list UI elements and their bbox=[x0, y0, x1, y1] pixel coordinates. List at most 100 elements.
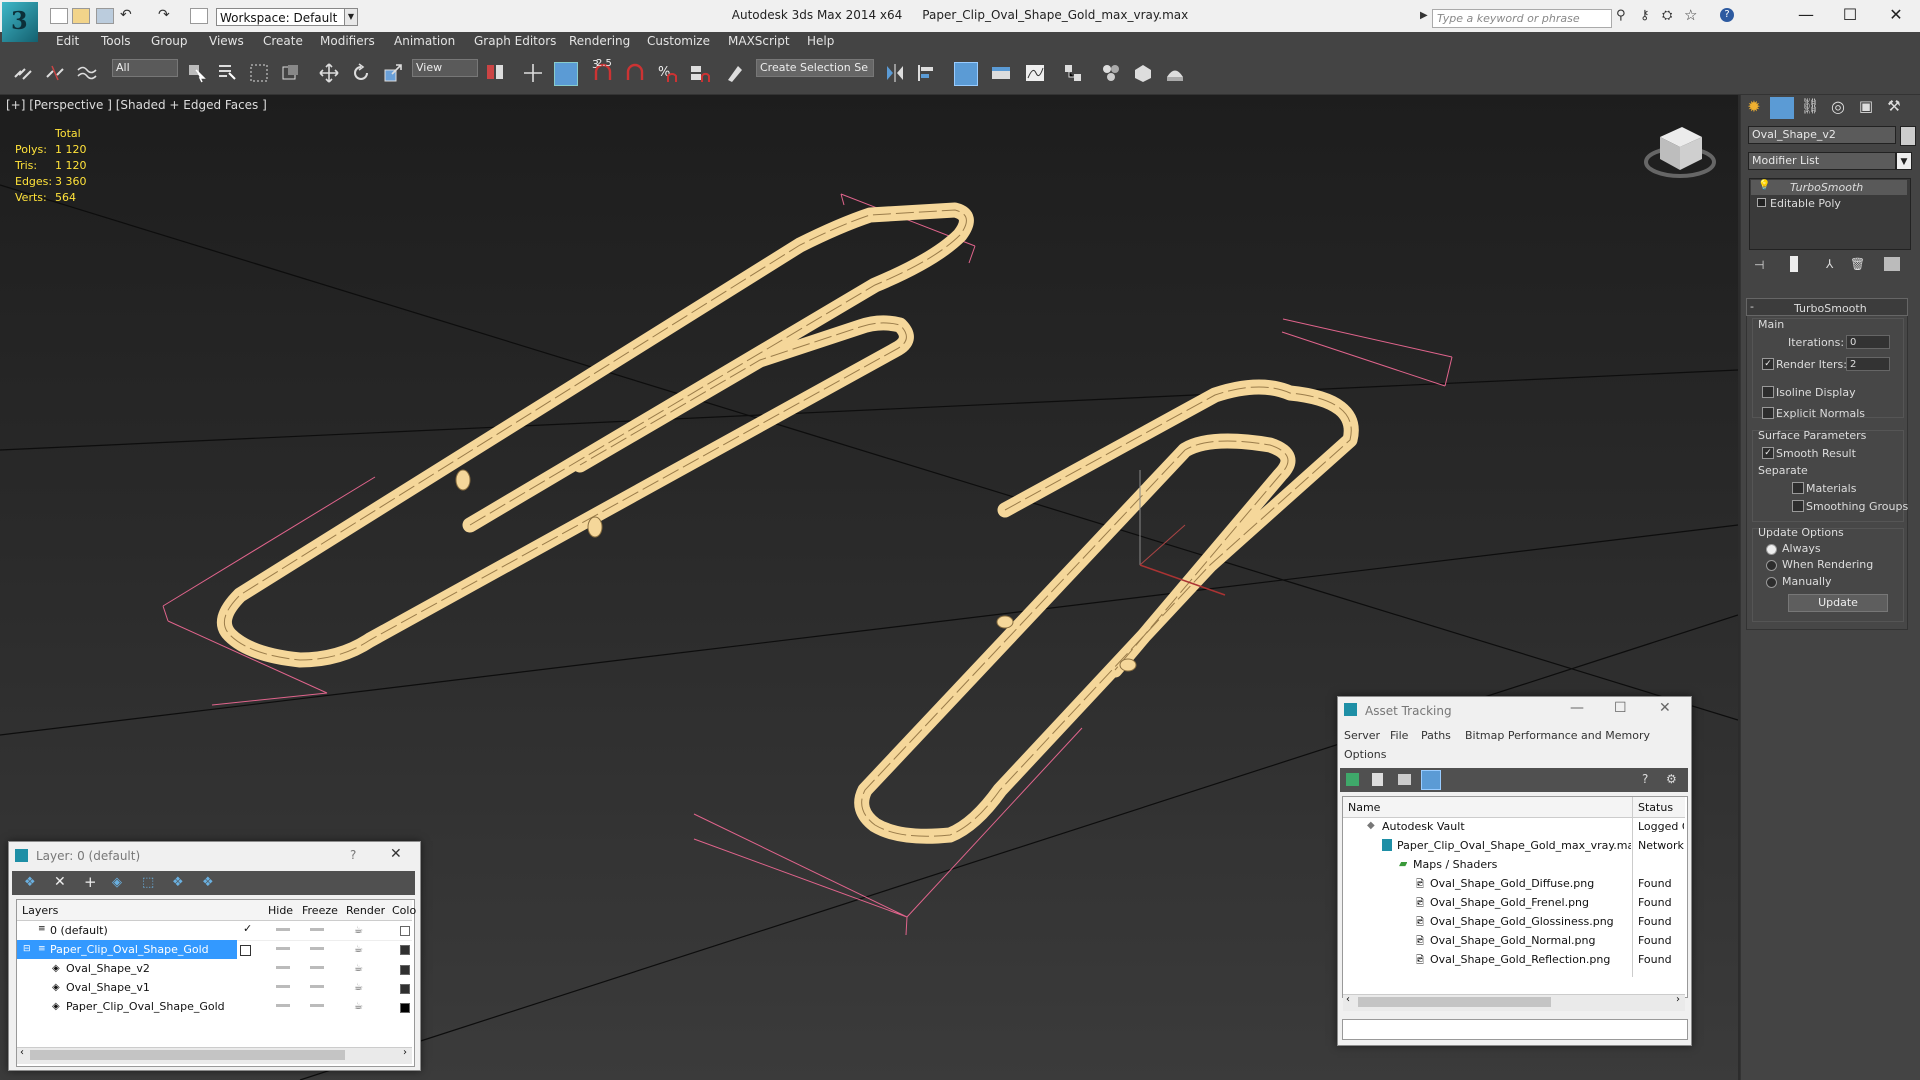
menu-bitmap-performance[interactable]: Bitmap Performance and Memory bbox=[1465, 729, 1650, 742]
named-selection-dropdown[interactable]: Create Selection Se bbox=[756, 59, 874, 77]
help-icon[interactable]: ? bbox=[1642, 772, 1648, 786]
col-color[interactable]: Colo bbox=[392, 904, 416, 917]
col-name[interactable]: Name bbox=[1348, 801, 1380, 814]
menu-customize[interactable]: Customize bbox=[647, 34, 710, 48]
col-render[interactable]: Render bbox=[346, 904, 385, 917]
new-layer-icon[interactable]: ❖ bbox=[24, 875, 36, 890]
pivot-center-icon[interactable] bbox=[484, 62, 506, 84]
paper-clip-right[interactable] bbox=[854, 379, 1359, 844]
stack-item-editable-poly[interactable]: Editable Poly bbox=[1770, 197, 1841, 210]
highlight-layers-icon[interactable]: ⬚ bbox=[142, 875, 154, 890]
window-crossing-icon[interactable] bbox=[280, 62, 302, 84]
menu-rendering[interactable]: Rendering bbox=[569, 34, 630, 48]
isoline-display-checkbox[interactable] bbox=[1762, 386, 1774, 398]
hide-toggle[interactable] bbox=[276, 1004, 290, 1007]
current-layer-box[interactable] bbox=[240, 945, 251, 956]
hide-toggle[interactable] bbox=[276, 966, 290, 969]
rotate-icon[interactable] bbox=[350, 62, 372, 84]
layer-name[interactable]: Paper_Clip_Oval_Shape_Gold bbox=[50, 943, 209, 956]
curve-editor-icon[interactable] bbox=[1024, 62, 1046, 84]
minimize-button[interactable]: — bbox=[1786, 4, 1826, 26]
percent-snap-icon[interactable]: % bbox=[656, 62, 678, 84]
select-objects-icon[interactable]: ◈ bbox=[112, 875, 122, 890]
asset-name[interactable]: Oval_Shape_Gold_Normal.png bbox=[1430, 934, 1595, 947]
chevron-down-icon[interactable]: ▼ bbox=[344, 8, 358, 26]
layer-color-swatch[interactable] bbox=[400, 945, 410, 955]
scroll-left-icon[interactable]: ‹ bbox=[20, 1047, 24, 1058]
maximize-button[interactable]: ☐ bbox=[1614, 700, 1627, 716]
render-iters-checkbox[interactable]: ✓ bbox=[1762, 358, 1774, 370]
menu-file[interactable]: File bbox=[1390, 729, 1408, 742]
modify-tab-icon[interactable] bbox=[1770, 97, 1794, 119]
expand-toggle-icon[interactable] bbox=[1757, 198, 1766, 207]
angle-snap-icon[interactable] bbox=[624, 62, 646, 84]
redo-icon[interactable]: ↷ bbox=[158, 7, 170, 23]
hide-toggle[interactable] bbox=[276, 947, 290, 950]
display-tab-icon[interactable]: ▣ bbox=[1854, 97, 1878, 119]
select-manipulate-icon[interactable] bbox=[522, 62, 544, 84]
asset-path-field[interactable] bbox=[1342, 1019, 1688, 1040]
layer-name[interactable]: 0 (default) bbox=[50, 924, 108, 937]
when-rendering-radio[interactable] bbox=[1766, 560, 1777, 571]
close-button[interactable]: ✕ bbox=[1876, 4, 1916, 26]
render-teapot-icon[interactable]: ☕ bbox=[354, 1001, 363, 1012]
render-teapot-icon[interactable]: ☕ bbox=[354, 925, 363, 936]
always-radio[interactable] bbox=[1766, 544, 1777, 555]
help-icon[interactable]: ? bbox=[1720, 8, 1734, 22]
undo-icon[interactable]: ↶ bbox=[120, 7, 132, 23]
object-name-field[interactable]: Oval_Shape_v2 bbox=[1748, 126, 1896, 144]
object-name[interactable]: Paper_Clip_Oval_Shape_Gold bbox=[66, 1000, 225, 1013]
settings-icon[interactable]: ⚙ bbox=[1666, 772, 1677, 786]
object-name[interactable]: Oval_Shape_v1 bbox=[66, 981, 150, 994]
bind-spacewarp-icon[interactable] bbox=[76, 62, 98, 84]
menu-options[interactable]: Options bbox=[1344, 748, 1386, 761]
scrollbar-thumb[interactable] bbox=[30, 1050, 345, 1060]
align-icon[interactable] bbox=[916, 62, 938, 84]
layer-color-swatch[interactable] bbox=[400, 984, 410, 994]
layer-manager-icon[interactable] bbox=[954, 62, 978, 86]
link-icon[interactable] bbox=[12, 62, 34, 84]
hierarchy-tab-icon[interactable]: ⛓ bbox=[1798, 97, 1822, 119]
layer-color-swatch[interactable] bbox=[400, 965, 410, 975]
hide-all-icon[interactable]: ❖ bbox=[172, 875, 184, 890]
show-end-result-icon[interactable] bbox=[1790, 256, 1798, 272]
utilities-tab-icon[interactable]: ⚒ bbox=[1882, 97, 1906, 119]
freeze-toggle[interactable] bbox=[310, 928, 324, 931]
chevron-right-icon[interactable]: ▶ bbox=[1420, 10, 1428, 21]
hide-toggle[interactable] bbox=[276, 985, 290, 988]
asset-name[interactable]: Maps / Shaders bbox=[1413, 858, 1497, 871]
menu-animation[interactable]: Animation bbox=[394, 34, 455, 48]
close-button[interactable]: ✕ bbox=[390, 846, 402, 862]
motion-tab-icon[interactable]: ◎ bbox=[1826, 97, 1850, 119]
freeze-all-icon[interactable]: ❖ bbox=[202, 875, 214, 890]
col-hide[interactable]: Hide bbox=[268, 904, 293, 917]
scroll-right-icon[interactable]: › bbox=[1676, 994, 1680, 1005]
key-icon[interactable]: ⚷ bbox=[1640, 8, 1650, 23]
menu-views[interactable]: Views bbox=[209, 34, 244, 48]
rect-selection-icon[interactable] bbox=[248, 62, 270, 84]
table-view-icon[interactable] bbox=[1421, 770, 1441, 790]
stack-item-turbosmooth[interactable]: TurboSmooth bbox=[1790, 181, 1863, 194]
add-to-layer-icon[interactable]: + bbox=[84, 873, 97, 891]
update-button[interactable]: Update bbox=[1788, 594, 1888, 612]
rendered-frame-window-icon[interactable] bbox=[1164, 62, 1186, 84]
freeze-toggle[interactable] bbox=[310, 947, 324, 950]
remove-modifier-icon[interactable]: 🗑 bbox=[1850, 257, 1865, 271]
save-file-icon[interactable] bbox=[96, 8, 114, 24]
render-teapot-icon[interactable]: ☕ bbox=[354, 963, 363, 974]
viewport-label-menu[interactable]: [+] [Perspective ] [Shaded + Edged Faces… bbox=[6, 98, 267, 112]
open-file-icon[interactable] bbox=[72, 8, 90, 24]
create-tab-icon[interactable]: ✹ bbox=[1742, 97, 1766, 119]
scroll-left-icon[interactable]: ‹ bbox=[1346, 994, 1350, 1005]
render-teapot-icon[interactable]: ☕ bbox=[354, 982, 363, 993]
star-icon[interactable]: ☆ bbox=[1684, 6, 1697, 24]
reference-coordinate-dropdown[interactable]: View bbox=[412, 59, 478, 77]
render-iters-spinner[interactable]: 2 bbox=[1846, 357, 1890, 371]
col-freeze[interactable]: Freeze bbox=[302, 904, 338, 917]
asset-name[interactable]: Oval_Shape_Gold_Glossiness.png bbox=[1430, 915, 1614, 928]
close-button[interactable]: ✕ bbox=[1659, 700, 1671, 716]
spinner-snap-icon[interactable] bbox=[688, 62, 710, 84]
asset-name[interactable]: Oval_Shape_Gold_Diffuse.png bbox=[1430, 877, 1594, 890]
menu-tools[interactable]: Tools bbox=[101, 34, 131, 48]
menu-create[interactable]: Create bbox=[263, 34, 303, 48]
